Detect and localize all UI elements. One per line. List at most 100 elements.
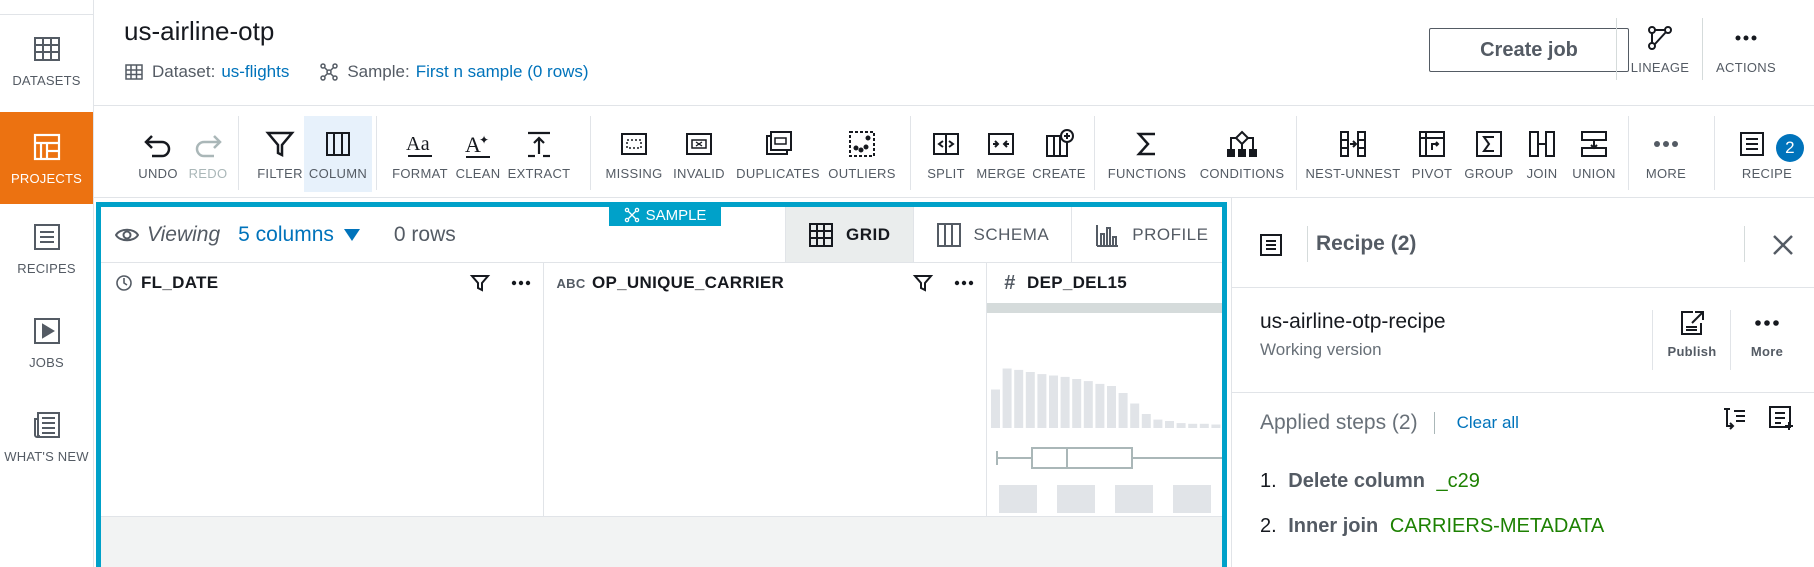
extract-button[interactable]: EXTRACT — [504, 116, 574, 192]
collapse-steps-icon[interactable] — [1720, 404, 1748, 432]
filter-icon[interactable] — [469, 272, 491, 294]
recipe-more-button[interactable]: More — [1732, 308, 1802, 359]
nav-projects[interactable]: PROJECTS — [0, 112, 93, 204]
union-button[interactable]: UNION — [1566, 116, 1622, 192]
recipe-name: us-airline-otp-recipe — [1260, 310, 1446, 333]
redo-button[interactable]: REDO — [182, 116, 234, 192]
filter-icon[interactable] — [912, 272, 934, 294]
column-header: # DEP_DEL15 — [987, 263, 1222, 303]
invalid-icon — [686, 133, 712, 155]
column-name: FL_DATE — [141, 273, 219, 292]
nest-unnest-label: NEST-UNNEST — [1305, 166, 1401, 181]
column-label: COLUMN — [308, 166, 368, 181]
histogram — [991, 368, 1221, 428]
actions-button[interactable]: ACTIONS — [1706, 24, 1786, 75]
nav-jobs[interactable]: JOBS — [0, 296, 93, 388]
project-header: us-airline-otp Dataset: us-flights Sampl… — [94, 0, 1814, 106]
recipe-button[interactable]: RECIPE 2 — [1722, 116, 1812, 192]
create-label: CREATE — [1032, 166, 1086, 181]
join-button[interactable]: JOIN — [1518, 116, 1566, 192]
sample-tag[interactable]: SAMPLE — [609, 204, 721, 226]
step-action: Delete column — [1288, 470, 1425, 492]
date-type-icon — [113, 272, 135, 294]
column-dep-del15[interactable]: # DEP_DEL15 — [987, 263, 1222, 516]
create-button[interactable]: CREATE — [1026, 116, 1092, 192]
clean-button[interactable]: A ✦ CLEAN — [448, 116, 508, 192]
group-button[interactable]: GROUP — [1460, 116, 1518, 192]
split-button[interactable]: SPLIT — [918, 116, 974, 192]
column-profile — [987, 303, 1222, 513]
functions-button[interactable]: FUNCTIONS — [1102, 116, 1192, 192]
sample-label: Sample: — [347, 62, 410, 81]
tab-schema-label: SCHEMA — [973, 224, 1050, 244]
recipe-step[interactable]: 2. Inner join CARRIERS-METADATA — [1260, 515, 1604, 538]
column-menu-icon[interactable] — [509, 271, 533, 295]
more-button[interactable]: MORE — [1636, 116, 1696, 192]
recipe-icon — [1260, 234, 1282, 256]
group-label: GROUP — [1464, 166, 1514, 181]
column-name: OP_UNIQUE_CARRIER — [592, 273, 785, 292]
clear-all-link[interactable]: Clear all — [1457, 413, 1519, 433]
merge-button[interactable]: MERGE — [972, 116, 1030, 192]
projects-icon — [33, 133, 60, 160]
nest-unnest-button[interactable]: NEST-UNNEST — [1304, 116, 1402, 192]
duplicates-icon — [766, 131, 792, 155]
histogram-bar — [1211, 424, 1221, 428]
lineage-label: LINEAGE — [1630, 60, 1690, 75]
tab-grid[interactable]: GRID — [785, 207, 913, 262]
dataset-link[interactable]: us-flights — [221, 62, 289, 82]
pivot-button[interactable]: PIVOT — [1404, 116, 1460, 192]
histogram-bar — [1165, 421, 1174, 428]
header-divider — [1616, 18, 1617, 80]
nav-whats-new-label: WHAT'S NEW — [4, 448, 89, 464]
close-icon[interactable] — [1770, 232, 1796, 258]
sample-link[interactable]: First n sample (0 rows) — [416, 62, 589, 82]
divider — [1307, 226, 1308, 262]
table-icon — [33, 36, 60, 61]
column-menu-icon[interactable] — [952, 271, 976, 295]
transform-toolbar: UNDO REDO FILTER COLUMN Aa FORMAT A ✦ CLE… — [94, 106, 1814, 198]
caret-down-icon[interactable] — [343, 229, 360, 241]
undo-button[interactable]: UNDO — [132, 116, 184, 192]
nav-datasets[interactable]: DATASETS — [0, 14, 93, 106]
recipe-count-badge: 2 — [1776, 134, 1804, 162]
toolbar-divider — [376, 116, 377, 190]
step-number: 1. — [1260, 470, 1277, 492]
column-op-unique-carrier[interactable]: ABC OP_UNIQUE_CARRIER — [544, 263, 987, 516]
conditions-button[interactable]: CONDITIONS — [1196, 116, 1288, 192]
format-icon: Aa — [406, 133, 432, 157]
histogram-bar — [1083, 381, 1093, 428]
publish-button[interactable]: Publish — [1657, 308, 1727, 359]
missing-label: MISSING — [605, 166, 663, 181]
tab-schema[interactable]: SCHEMA — [912, 207, 1072, 262]
histogram-bar — [1130, 403, 1140, 428]
add-step-icon[interactable] — [1767, 404, 1795, 432]
recipe-panel-header: Recipe (2) — [1232, 198, 1814, 288]
toolbar-divider — [1628, 116, 1629, 190]
duplicates-button[interactable]: DUPLICATES — [734, 116, 822, 192]
step-target: _c29 — [1436, 470, 1480, 492]
viewing-label: Viewing — [147, 223, 221, 246]
lineage-button[interactable]: LINEAGE — [1620, 24, 1700, 75]
recipe-step[interactable]: 1. Delete column _c29 — [1260, 470, 1480, 493]
step-action: Inner join — [1288, 515, 1379, 537]
actions-label: ACTIONS — [1716, 60, 1776, 75]
nav-recipes[interactable]: RECIPES — [0, 202, 93, 294]
histogram-bar — [1118, 393, 1128, 428]
divider — [1744, 226, 1745, 262]
histogram-bar — [1072, 379, 1082, 428]
divider — [1232, 392, 1814, 393]
format-button[interactable]: Aa FORMAT — [386, 116, 454, 192]
columns-dropdown[interactable]: 5 columns — [238, 223, 334, 247]
tab-grid-label: GRID — [846, 224, 891, 244]
tab-profile[interactable]: PROFILE — [1071, 207, 1230, 262]
schema-icon — [936, 222, 961, 247]
missing-button[interactable]: MISSING — [598, 116, 670, 192]
column-button[interactable]: COLUMN — [304, 116, 372, 192]
histogram-bar — [1060, 376, 1070, 428]
outliers-button[interactable]: OUTLIERS — [824, 116, 900, 192]
invalid-button[interactable]: INVALID — [666, 116, 732, 192]
create-job-button[interactable]: Create job — [1429, 28, 1629, 72]
column-fl-date[interactable]: FL_DATE — [101, 263, 544, 516]
nav-whats-new[interactable]: WHAT'S NEW — [0, 390, 93, 482]
